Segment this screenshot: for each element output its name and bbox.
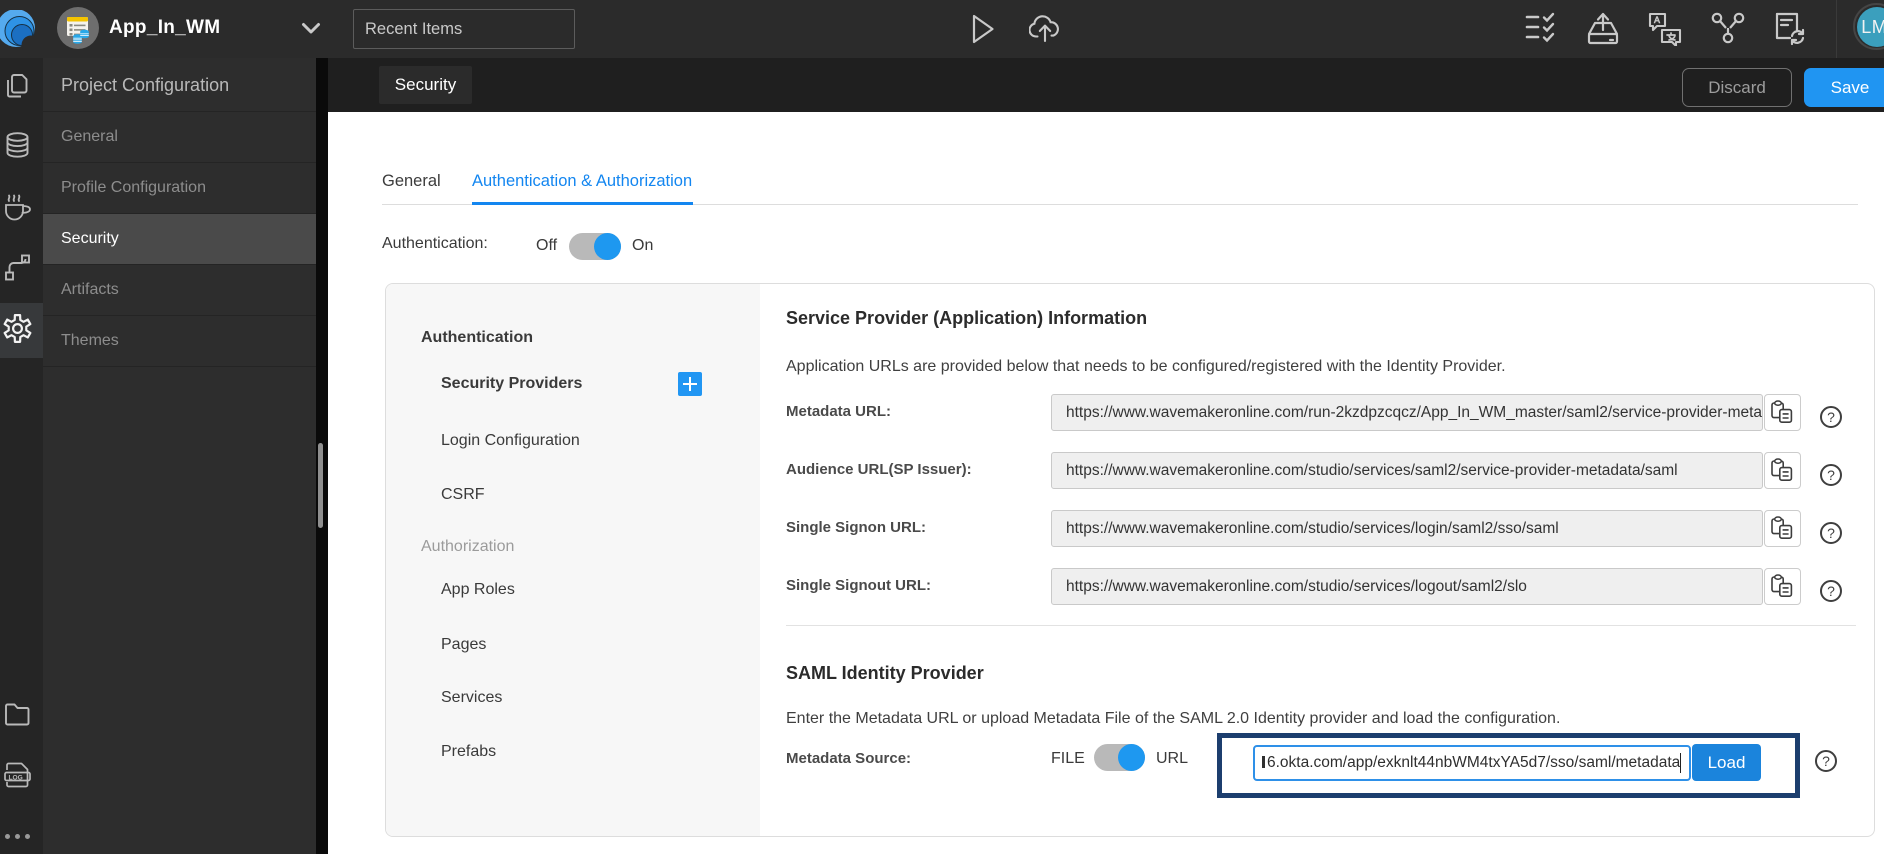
svg-text:LOG: LOG — [9, 774, 23, 781]
svg-text:A: A — [1654, 15, 1660, 25]
